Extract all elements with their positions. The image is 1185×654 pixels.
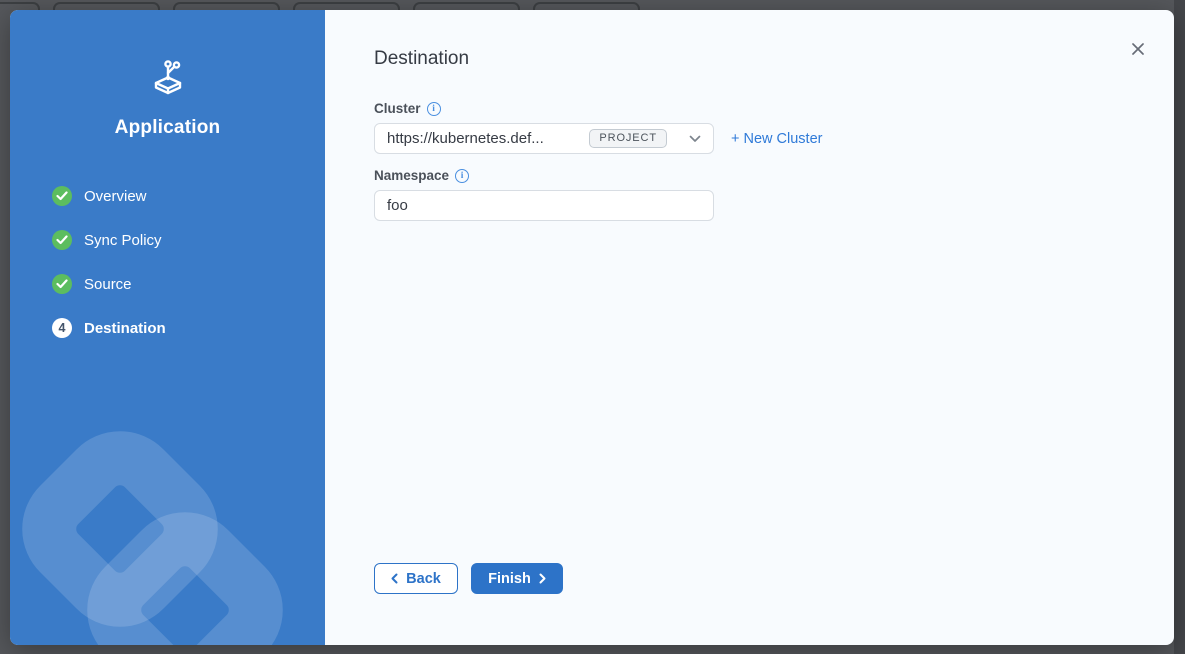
- wizard-sidebar: Application Overview Sync Policy Source: [10, 10, 325, 645]
- step-label: Source: [84, 276, 132, 293]
- cluster-select-value: https://kubernetes.def...: [387, 130, 589, 147]
- cluster-label: Cluster: [374, 101, 421, 116]
- new-cluster-link[interactable]: + New Cluster: [731, 131, 822, 147]
- check-icon: [52, 186, 72, 206]
- check-icon: [52, 230, 72, 250]
- wizard-steps: Overview Sync Policy Source 4 Destinatio…: [52, 186, 166, 362]
- info-icon[interactable]: i: [427, 102, 441, 116]
- step-number-badge: 4: [52, 318, 72, 338]
- namespace-input[interactable]: [374, 190, 714, 221]
- finish-button[interactable]: Finish: [471, 563, 563, 594]
- step-label: Overview: [84, 188, 147, 205]
- close-icon[interactable]: [1128, 39, 1148, 59]
- step-source[interactable]: Source: [52, 274, 166, 294]
- wizard-title: Application: [10, 117, 325, 139]
- step-overview[interactable]: Overview: [52, 186, 166, 206]
- page-title: Destination: [374, 48, 1174, 70]
- cluster-select[interactable]: https://kubernetes.def... PROJECT: [374, 123, 714, 154]
- step-sync-policy[interactable]: Sync Policy: [52, 230, 166, 250]
- step-label: Destination: [84, 320, 166, 337]
- check-icon: [52, 274, 72, 294]
- back-button-label: Back: [406, 571, 441, 587]
- chevron-down-icon: [689, 135, 701, 143]
- finish-button-label: Finish: [488, 571, 531, 587]
- namespace-label: Namespace: [374, 168, 449, 183]
- cluster-control-row: https://kubernetes.def... PROJECT + New …: [374, 123, 1174, 154]
- chevron-right-icon: [539, 573, 546, 584]
- application-wizard-modal: Application Overview Sync Policy Source: [10, 10, 1174, 645]
- window-edge: [1174, 0, 1185, 654]
- wizard-actions: Back Finish: [374, 563, 563, 594]
- info-icon[interactable]: i: [455, 169, 469, 183]
- application-box-icon: [148, 54, 188, 98]
- step-label: Sync Policy: [84, 232, 162, 249]
- back-button[interactable]: Back: [374, 563, 458, 594]
- namespace-label-row: Namespace i: [374, 168, 1174, 183]
- cluster-label-row: Cluster i: [374, 101, 1174, 116]
- project-badge: PROJECT: [589, 129, 667, 148]
- chevron-left-icon: [391, 573, 398, 584]
- logo-watermark-icon: [10, 365, 325, 645]
- step-destination[interactable]: 4 Destination: [52, 318, 166, 338]
- wizard-content-panel: Destination Cluster i https://kubernetes…: [325, 10, 1174, 645]
